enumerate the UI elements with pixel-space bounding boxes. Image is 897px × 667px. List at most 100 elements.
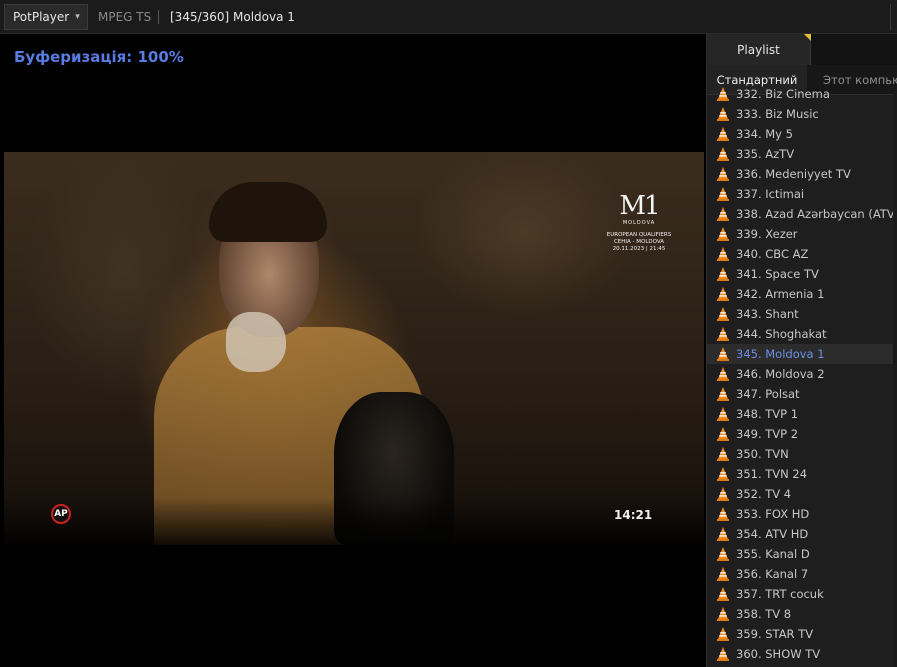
- tab-corner-marker: [804, 34, 811, 41]
- playlist-item-label: 334. My 5: [736, 127, 793, 141]
- logo-info-line: 20.11.2023 | 21:45: [612, 246, 666, 252]
- video-area[interactable]: Буферизація: 100% M1 MOLDOVA EUROPEAN QU…: [0, 34, 706, 667]
- playlist-item[interactable]: 357. TRT cocuk: [707, 584, 897, 604]
- video-frame[interactable]: M1 MOLDOVA EUROPEAN QUALIFIERS CEHIA - M…: [4, 152, 704, 545]
- playlist-item[interactable]: 338. Azad Azərbaycan (ATV): [707, 204, 897, 224]
- playlist-item[interactable]: 356. Kanal 7: [707, 564, 897, 584]
- playlist-item-label: 349. TVP 2: [736, 427, 799, 441]
- playlist-item[interactable]: 341. Space TV: [707, 264, 897, 284]
- playlist-item-label: 355. Kanal D: [736, 547, 810, 561]
- vlc-cone-icon: [716, 146, 730, 162]
- vlc-cone-icon: [716, 586, 730, 602]
- vlc-cone-icon: [716, 286, 730, 302]
- vlc-cone-icon: [716, 226, 730, 242]
- playlist-item[interactable]: 344. Shoghakat: [707, 324, 897, 344]
- vlc-cone-icon: [716, 106, 730, 122]
- tab-playlist-label: Playlist: [737, 42, 780, 57]
- playlist-item-label: 339. Xezer: [736, 227, 798, 241]
- buffering-status: Буферизація: 100%: [14, 48, 184, 66]
- playlist-item[interactable]: 347. Polsat: [707, 384, 897, 404]
- playlist-item[interactable]: 334. My 5: [707, 124, 897, 144]
- ap-rating-badge: AP: [51, 504, 71, 524]
- video-figure-hand: [226, 312, 286, 372]
- playlist-item-label: 351. TVN 24: [736, 467, 808, 481]
- playlist-item-label: 337. Ictimai: [736, 187, 805, 201]
- playlist-item[interactable]: 353. FOX HD: [707, 504, 897, 524]
- playlist-item-label: 343. Shant: [736, 307, 799, 321]
- vlc-cone-icon: [716, 186, 730, 202]
- vlc-cone-icon: [716, 126, 730, 142]
- playlist-item-label: 345. Moldova 1: [736, 347, 825, 361]
- vlc-cone-icon: [716, 406, 730, 422]
- vlc-cone-icon: [716, 386, 730, 402]
- vlc-cone-icon: [716, 486, 730, 502]
- broadcast-clock: 14:21: [614, 508, 653, 522]
- vlc-cone-icon: [716, 206, 730, 222]
- playlist-item[interactable]: 339. Xezer: [707, 224, 897, 244]
- playlist-item[interactable]: 350. TVN: [707, 444, 897, 464]
- playlist-item-label: 359. STAR TV: [736, 627, 814, 641]
- playlist-item[interactable]: 358. TV 8: [707, 604, 897, 624]
- playlist-item-label: 360. SHOW TV: [736, 647, 821, 661]
- vlc-cone-icon: [716, 86, 730, 102]
- playlist-item[interactable]: 340. CBC AZ: [707, 244, 897, 264]
- playlist-item-label: 336. Medeniyyet TV: [736, 167, 851, 181]
- app-name: PotPlayer: [13, 10, 70, 24]
- vlc-cone-icon: [716, 546, 730, 562]
- playlist-item-label: 352. TV 4: [736, 487, 792, 501]
- playlist-list[interactable]: 332. Biz Cinema 333. Biz Music 334. My 5 33…: [707, 84, 897, 661]
- playlist-item[interactable]: 349. TVP 2: [707, 424, 897, 444]
- playlist-item-label: 346. Moldova 2: [736, 367, 825, 381]
- vlc-cone-icon: [716, 246, 730, 262]
- playlist-item[interactable]: 336. Medeniyyet TV: [707, 164, 897, 184]
- video-shadow: [4, 497, 704, 545]
- vlc-cone-icon: [716, 426, 730, 442]
- playlist-item[interactable]: 337. Ictimai: [707, 184, 897, 204]
- playlist-item[interactable]: 355. Kanal D: [707, 544, 897, 564]
- playlist-item-label: 356. Kanal 7: [736, 567, 809, 581]
- channel-logo-sub: MOLDOVA: [622, 220, 656, 226]
- playlist-item-label: 358. TV 8: [736, 607, 792, 621]
- playlist-item[interactable]: 352. TV 4: [707, 484, 897, 504]
- playlist-item-label: 348. TVP 1: [736, 407, 799, 421]
- playlist-item[interactable]: 351. TVN 24: [707, 464, 897, 484]
- playlist-item[interactable]: 342. Armenia 1: [707, 284, 897, 304]
- vlc-cone-icon: [716, 366, 730, 382]
- media-format: MPEG TS: [98, 10, 152, 24]
- playlist-item-label: 347. Polsat: [736, 387, 800, 401]
- playlist-item[interactable]: 354. ATV HD: [707, 524, 897, 544]
- vlc-cone-icon: [716, 526, 730, 542]
- playlist-item[interactable]: 348. TVP 1: [707, 404, 897, 424]
- playlist-item-label: 341. Space TV: [736, 267, 819, 281]
- playlist-item[interactable]: 360. SHOW TV: [707, 644, 897, 661]
- vlc-cone-icon: [716, 306, 730, 322]
- vlc-cone-icon: [716, 266, 730, 282]
- vlc-cone-icon: [716, 446, 730, 462]
- vlc-cone-icon: [716, 326, 730, 342]
- playlist-item-label: 350. TVN: [736, 447, 789, 461]
- playlist-item[interactable]: 332. Biz Cinema: [707, 84, 897, 104]
- title-separator: [158, 10, 159, 24]
- app-menu-button[interactable]: PotPlayer ▾: [4, 4, 88, 30]
- channel-logo-mark: M1: [619, 191, 660, 221]
- playlist-item[interactable]: 346. Moldova 2: [707, 364, 897, 384]
- playlist-item[interactable]: 333. Biz Music: [707, 104, 897, 124]
- playlist-item[interactable]: 343. Shant: [707, 304, 897, 324]
- channel-logo: M1 MOLDOVA EUROPEAN QUALIFIERS CEHIA - M…: [604, 192, 674, 253]
- chevron-down-icon: ▾: [75, 12, 80, 22]
- playlist-item[interactable]: 345. Moldova 1: [707, 344, 897, 364]
- logo-info-line: CEHIA - MOLDOVA: [613, 239, 665, 245]
- title-divider: [890, 4, 891, 30]
- playlist-item[interactable]: 335. AzTV: [707, 144, 897, 164]
- playlist-item-label: 338. Azad Azərbaycan (ATV): [736, 207, 897, 221]
- playlist-item-label: 344. Shoghakat: [736, 327, 827, 341]
- vlc-cone-icon: [716, 606, 730, 622]
- playlist-item[interactable]: 359. STAR TV: [707, 624, 897, 644]
- playlist-item-label: 342. Armenia 1: [736, 287, 825, 301]
- playlist-scrollbar[interactable]: [893, 90, 897, 667]
- tab-playlist[interactable]: Playlist: [707, 34, 811, 65]
- vlc-cone-icon: [716, 466, 730, 482]
- vlc-cone-icon: [716, 506, 730, 522]
- channel-logo-info: EUROPEAN QUALIFIERS CEHIA - MOLDOVA 20.1…: [604, 232, 674, 253]
- playlist-item-label: 333. Biz Music: [736, 107, 819, 121]
